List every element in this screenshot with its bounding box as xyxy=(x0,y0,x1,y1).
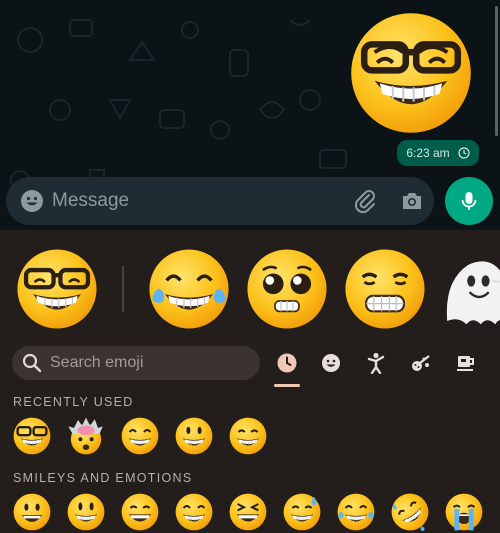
beaming-face-emoji[interactable] xyxy=(120,416,160,456)
message-input[interactable] xyxy=(52,185,342,217)
pleading-face-emoji[interactable] xyxy=(244,246,330,332)
food-cup-icon xyxy=(457,356,474,371)
camera-icon[interactable] xyxy=(400,189,424,213)
smileys-row xyxy=(12,492,484,532)
emoji-search-field[interactable] xyxy=(12,346,260,380)
chat-scrollbar[interactable] xyxy=(495,6,498,136)
grinning-sweat-emoji[interactable] xyxy=(282,492,322,532)
search-icon xyxy=(22,353,42,373)
grinning-smiling-eyes-emoji[interactable] xyxy=(228,416,268,456)
suggestion-divider xyxy=(122,266,124,312)
loudly-crying-emoji[interactable] xyxy=(444,492,484,532)
category-food[interactable] xyxy=(453,350,479,376)
nerd-face-emoji[interactable] xyxy=(14,246,100,332)
whatsapp-chat-screen: 6:23 am Message Search emoji RECENTLY US… xyxy=(0,0,500,533)
category-selected-indicator xyxy=(274,384,300,387)
microphone-icon xyxy=(461,192,477,210)
people-icon xyxy=(367,352,385,374)
nerd-face-emoji[interactable] xyxy=(12,416,52,456)
grinning-smiling-eyes-emoji[interactable] xyxy=(120,492,160,532)
emoji-keyboard-icon[interactable] xyxy=(20,189,44,213)
rolling-on-floor-laughing-emoji[interactable] xyxy=(390,492,430,532)
tears-of-joy-emoji[interactable] xyxy=(336,492,376,532)
tears-of-joy-emoji[interactable] xyxy=(146,246,232,332)
category-people[interactable] xyxy=(363,350,389,376)
grinning-big-eyes-emoji[interactable] xyxy=(66,492,106,532)
exploding-head-emoji[interactable] xyxy=(66,416,106,456)
emoji-search-input[interactable] xyxy=(50,349,250,377)
message-time: 6:23 am xyxy=(406,146,450,160)
category-recent[interactable] xyxy=(274,350,300,376)
attach-paperclip-icon[interactable] xyxy=(352,188,378,214)
beaming-face-emoji[interactable] xyxy=(174,492,214,532)
grinning-face-big-eyes-emoji[interactable] xyxy=(174,416,214,456)
pending-clock-icon xyxy=(458,147,470,159)
voice-message-button[interactable] xyxy=(445,177,493,225)
recently-used-row xyxy=(12,416,268,456)
smileys-and-emotions-label: SMILEYS AND EMOTIONS xyxy=(13,471,193,485)
recent-clock-icon xyxy=(277,353,297,373)
message-composer xyxy=(6,177,434,225)
category-activities[interactable] xyxy=(408,350,434,376)
category-smileys[interactable] xyxy=(318,350,344,376)
recently-used-label: RECENTLY USED xyxy=(13,395,134,409)
emoji-suggestion-strip xyxy=(0,232,500,342)
grimacing-face-emoji[interactable] xyxy=(342,246,428,332)
grinning-face-emoji[interactable] xyxy=(12,492,52,532)
emoji-keyboard-panel: RECENTLY USED xyxy=(0,232,500,533)
ghost-emoji[interactable] xyxy=(436,246,500,332)
message-timestamp: 6:23 am xyxy=(397,140,479,166)
nerd-face-sticker[interactable] xyxy=(346,8,476,138)
smiley-icon xyxy=(322,354,340,372)
activity-icon xyxy=(412,355,430,371)
squinting-laughing-emoji[interactable] xyxy=(228,492,268,532)
